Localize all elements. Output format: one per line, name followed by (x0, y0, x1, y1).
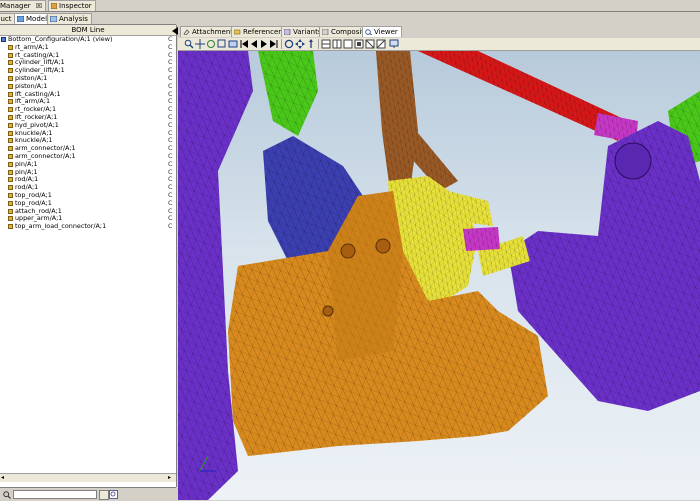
view-6-icon[interactable] (376, 39, 386, 49)
part-icon (8, 130, 13, 136)
assembly-icon (1, 37, 6, 42)
close-icon[interactable]: ☒ (36, 2, 42, 10)
tab-manager[interactable]: Manager ☒ (0, 0, 47, 11)
part-icon (8, 122, 13, 128)
inspector-icon (51, 3, 57, 9)
fit-icon[interactable] (228, 39, 238, 49)
search-icon (3, 491, 11, 499)
tab-viewer[interactable]: Viewer (362, 26, 402, 37)
search-input[interactable] (13, 490, 97, 499)
attachment-icon (183, 29, 190, 35)
3d-viewer[interactable] (178, 51, 700, 500)
detail-tab-strip: Attachments Referencers Variants Composi… (172, 25, 700, 37)
part-icon (8, 114, 13, 120)
prev-icon[interactable] (249, 39, 259, 49)
screen-icon[interactable] (389, 39, 399, 49)
part-icon (8, 44, 13, 50)
zoom-icon[interactable] (184, 39, 194, 49)
tab-variants-label: Variants (293, 28, 322, 36)
tab-viewer-label: Viewer (374, 28, 398, 36)
refresh-icon[interactable] (284, 39, 294, 49)
variants-icon (284, 29, 291, 35)
tab-referencers-label: Referencers (243, 28, 285, 36)
part-icon (8, 192, 13, 198)
brown-rod[interactable] (376, 51, 458, 191)
mesh-model (178, 51, 700, 500)
bom-tree: Bottom_Configuration/A;1 (view) Crt_arm/A… (0, 35, 176, 231)
part-icon (8, 60, 13, 66)
referencers-icon (234, 29, 241, 35)
part-icon (8, 146, 13, 152)
move-icon[interactable] (295, 39, 305, 49)
tab-analysis-label: Analysis (59, 15, 88, 23)
bom-row[interactable]: top_arm_load_connector/A;1 C (0, 222, 176, 231)
model-icon (17, 16, 24, 22)
part-icon (8, 161, 13, 167)
view-5-icon[interactable] (365, 39, 375, 49)
part-icon (8, 91, 13, 97)
zoom-box-icon[interactable] (217, 39, 227, 49)
view-4-icon[interactable] (354, 39, 364, 49)
tab-manager-label: Manager (0, 2, 31, 10)
next-icon[interactable] (259, 39, 269, 49)
tab-model-label: Model (26, 15, 48, 23)
tab-inspector-label: Inspector (59, 2, 92, 10)
part-icon (8, 68, 13, 74)
search-bar (0, 487, 176, 501)
part-icon (8, 75, 13, 81)
search-options-button[interactable] (99, 490, 109, 500)
part-icon (8, 185, 13, 191)
rotate-icon[interactable] (206, 39, 216, 49)
part-icon (8, 200, 13, 206)
last-icon[interactable] (269, 39, 279, 49)
part-icon (8, 83, 13, 89)
part-icon (8, 107, 13, 113)
view-1-icon[interactable] (321, 39, 331, 49)
tab-model[interactable]: Model (14, 13, 52, 24)
part-icon (8, 208, 13, 214)
analysis-icon (50, 16, 57, 22)
horizontal-scrollbar[interactable]: ◂ ▸ (0, 473, 176, 482)
bom-row-status: C (168, 222, 173, 231)
viewer-toolbar (178, 38, 700, 51)
perspective-tab-strip: Manager ☒ Inspector (0, 0, 700, 12)
magenta-pin-small[interactable] (463, 227, 500, 251)
first-icon[interactable] (239, 39, 249, 49)
toolbar-separator (318, 39, 319, 49)
scroll-right-icon[interactable]: ▸ (168, 474, 171, 481)
part-icon (8, 138, 13, 144)
part-icon (8, 99, 13, 105)
up-down-icon[interactable] (306, 39, 316, 49)
part-icon (8, 224, 13, 230)
tab-inspector[interactable]: Inspector (48, 0, 96, 11)
view-2-icon[interactable] (332, 39, 342, 49)
pan-icon[interactable] (195, 39, 205, 49)
scroll-left-icon[interactable]: ◂ (1, 474, 4, 481)
tab-attachments-label: Attachments (192, 28, 237, 36)
bom-row-label: top_arm_load_connector/A;1 (15, 222, 107, 231)
view-tab-strip: duct Model Analysis (0, 12, 176, 25)
tab-analysis[interactable]: Analysis (47, 13, 92, 24)
part-icon (8, 52, 13, 58)
view-3-icon[interactable] (343, 39, 353, 49)
collapse-arrow-icon[interactable] (172, 27, 178, 35)
toolbar-separator (281, 39, 282, 49)
part-icon (8, 216, 13, 222)
part-icon (8, 177, 13, 183)
find-icon[interactable] (109, 490, 118, 499)
part-icon (8, 153, 13, 159)
tab-product-label: duct (0, 15, 12, 23)
viewer-icon (365, 29, 372, 35)
part-icon (8, 169, 13, 175)
composite-icon (322, 29, 329, 35)
